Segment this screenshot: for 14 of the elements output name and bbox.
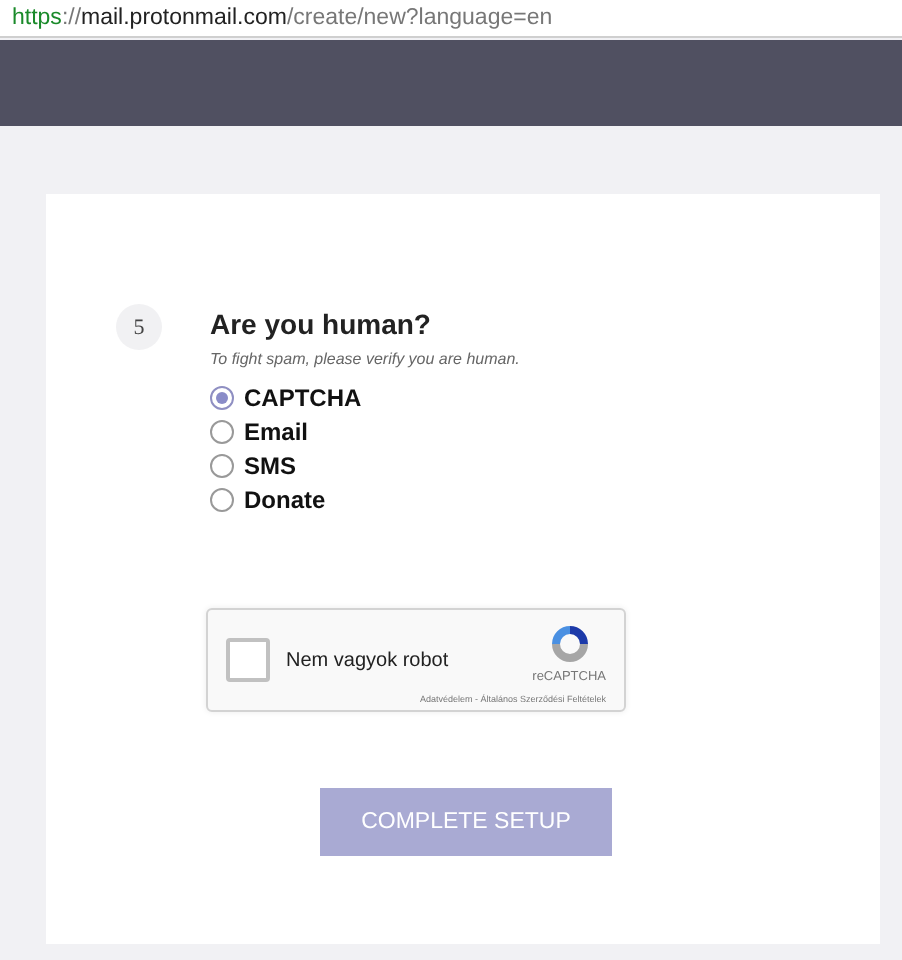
- step-title: Are you human?: [210, 308, 433, 340]
- radio-button[interactable]: [210, 454, 234, 478]
- captcha-checkbox[interactable]: [226, 638, 270, 682]
- recaptcha-logo-icon: [547, 622, 592, 666]
- step-subtitle: To fight spam, please verify you are human.: [210, 350, 520, 368]
- radio-button[interactable]: [210, 488, 234, 512]
- radio-button[interactable]: [210, 386, 234, 410]
- step-number: 5: [116, 304, 162, 350]
- option-label[interactable]: Donate: [244, 486, 326, 514]
- option-label[interactable]: CAPTCHA: [244, 384, 362, 412]
- option-label[interactable]: Email: [244, 418, 309, 446]
- radio-button[interactable]: [210, 420, 234, 444]
- captcha-label: Nem vagyok robot: [286, 650, 449, 672]
- option-label[interactable]: SMS: [244, 452, 297, 480]
